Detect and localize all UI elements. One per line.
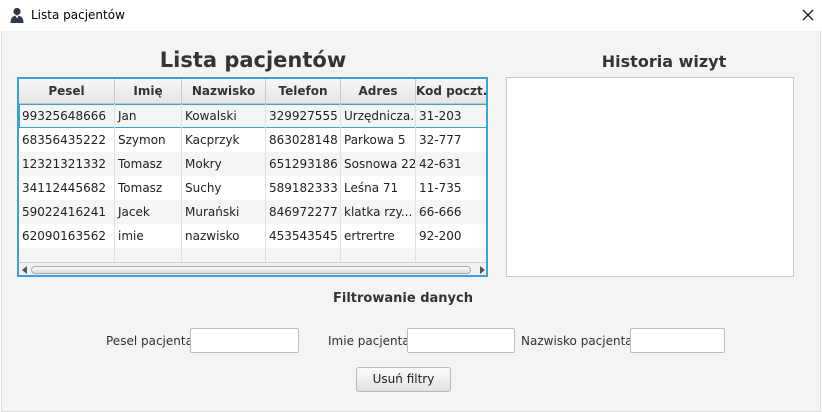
empty-cell xyxy=(266,248,341,262)
empty-cell xyxy=(19,248,115,262)
cell-nazwisko: Mokry xyxy=(182,152,266,176)
cell-imie: imie xyxy=(115,224,182,248)
cell-imie: Tomasz xyxy=(115,152,182,176)
patients-table[interactable]: Pesel Imię Nazwisko Telefon Adres Kod po… xyxy=(17,77,488,277)
cell-telefon: 329927555 xyxy=(266,104,341,128)
window-title: Lista pacjentów xyxy=(31,8,125,22)
column-header-adres[interactable]: Adres xyxy=(341,79,416,103)
clear-filters-button[interactable]: Usuń filtry xyxy=(356,367,451,392)
cell-kod-pocztowy: 11-735 xyxy=(419,181,462,195)
cell-adres: Urzędnicza... xyxy=(341,104,416,128)
cell-kod-pocztowy: 32-777 xyxy=(419,133,462,147)
cell-pesel: 34112445682 xyxy=(19,176,115,200)
cell-adres: Leśna 71 xyxy=(341,176,416,200)
cell-imie: Jacek xyxy=(115,200,182,224)
scrollbar-thumb[interactable] xyxy=(31,266,471,274)
cell-imie: Tomasz xyxy=(115,176,182,200)
table-row[interactable]: 34112445682 Tomasz Suchy 589182333 Leśna… xyxy=(19,176,486,200)
table-row[interactable]: 59022416241 Jacek Murański 846972277 kla… xyxy=(19,200,486,224)
cell-kod-pocztowy: 42-631 xyxy=(419,157,462,171)
cell-imie: Szymon xyxy=(115,128,182,152)
empty-table-row xyxy=(19,248,486,262)
cell-adres: Parkowa 5 xyxy=(341,128,416,152)
title-bar: Lista pacjentów xyxy=(0,0,822,31)
cell-nazwisko: nazwisko xyxy=(182,224,266,248)
cell-nazwisko: Kacprzyk xyxy=(182,128,266,152)
table-header: Pesel Imię Nazwisko Telefon Adres Kod po… xyxy=(19,79,486,104)
patients-heading: Lista pacjentów xyxy=(159,48,347,72)
cell-pesel: 99325648666 xyxy=(19,104,115,128)
cell-adres: klatka rzy... xyxy=(341,200,416,224)
pesel-filter-input[interactable] xyxy=(190,328,299,353)
column-header-nazwisko[interactable]: Nazwisko xyxy=(182,79,266,103)
empty-cell xyxy=(182,248,266,262)
column-header-imie[interactable]: Imię xyxy=(115,79,182,103)
user-icon xyxy=(10,7,24,23)
empty-cell xyxy=(341,248,416,262)
scroll-right-icon[interactable] xyxy=(480,266,485,274)
column-header-kod-pocztowy[interactable]: Kod poczt... xyxy=(416,79,486,103)
cell-kod-pocztowy: 92-200 xyxy=(419,229,462,243)
cell-telefon: 846972277 xyxy=(266,200,341,224)
table-row[interactable]: 68356435222 Szymon Kacprzyk 863028148 Pa… xyxy=(19,128,486,152)
cell-adres: ertrertre xyxy=(341,224,416,248)
table-row[interactable]: 12321321332 Tomasz Mokry 651293186 Sosno… xyxy=(19,152,486,176)
close-icon[interactable] xyxy=(798,4,818,26)
cell-kod-pocztowy: 31-203 xyxy=(419,109,462,123)
cell-nazwisko: Kowalski xyxy=(182,104,266,128)
cell-nazwisko: Suchy xyxy=(182,176,266,200)
cell-telefon: 589182333 xyxy=(266,176,341,200)
cell-telefon: 651293186 xyxy=(266,152,341,176)
cell-pesel: 12321321332 xyxy=(19,152,115,176)
surname-filter-label: Nazwisko pacjenta: xyxy=(521,334,637,348)
table-row[interactable]: 62090163562 imie nazwisko 453543545 ertr… xyxy=(19,224,486,248)
cell-pesel: 68356435222 xyxy=(19,128,115,152)
cell-pesel: 59022416241 xyxy=(19,200,115,224)
cell-telefon: 453543545 xyxy=(266,224,341,248)
empty-cell xyxy=(115,248,182,262)
cell-pesel: 62090163562 xyxy=(19,224,115,248)
filter-heading: Filtrowanie danych xyxy=(333,291,473,306)
history-heading: Historia wizyt xyxy=(601,52,727,71)
horizontal-scrollbar[interactable] xyxy=(19,262,486,275)
cell-nazwisko: Murański xyxy=(182,200,266,224)
column-header-telefon[interactable]: Telefon xyxy=(266,79,341,103)
visit-history-list[interactable] xyxy=(506,77,794,277)
pesel-filter-label: Pesel pacjenta: xyxy=(106,334,197,348)
scroll-left-icon[interactable] xyxy=(22,266,27,274)
name-filter-label: Imie pacjenta: xyxy=(328,334,414,348)
table-row[interactable]: 99325648666 Jan Kowalski 329927555 Urzęd… xyxy=(19,104,486,128)
cell-imie: Jan xyxy=(115,104,182,128)
cell-kod-pocztowy: 66-666 xyxy=(419,205,462,219)
cell-adres: Sosnowa 22 xyxy=(341,152,416,176)
cell-telefon: 863028148 xyxy=(266,128,341,152)
surname-filter-input[interactable] xyxy=(630,328,725,353)
column-header-pesel[interactable]: Pesel xyxy=(19,79,115,103)
name-filter-input[interactable] xyxy=(407,328,515,353)
